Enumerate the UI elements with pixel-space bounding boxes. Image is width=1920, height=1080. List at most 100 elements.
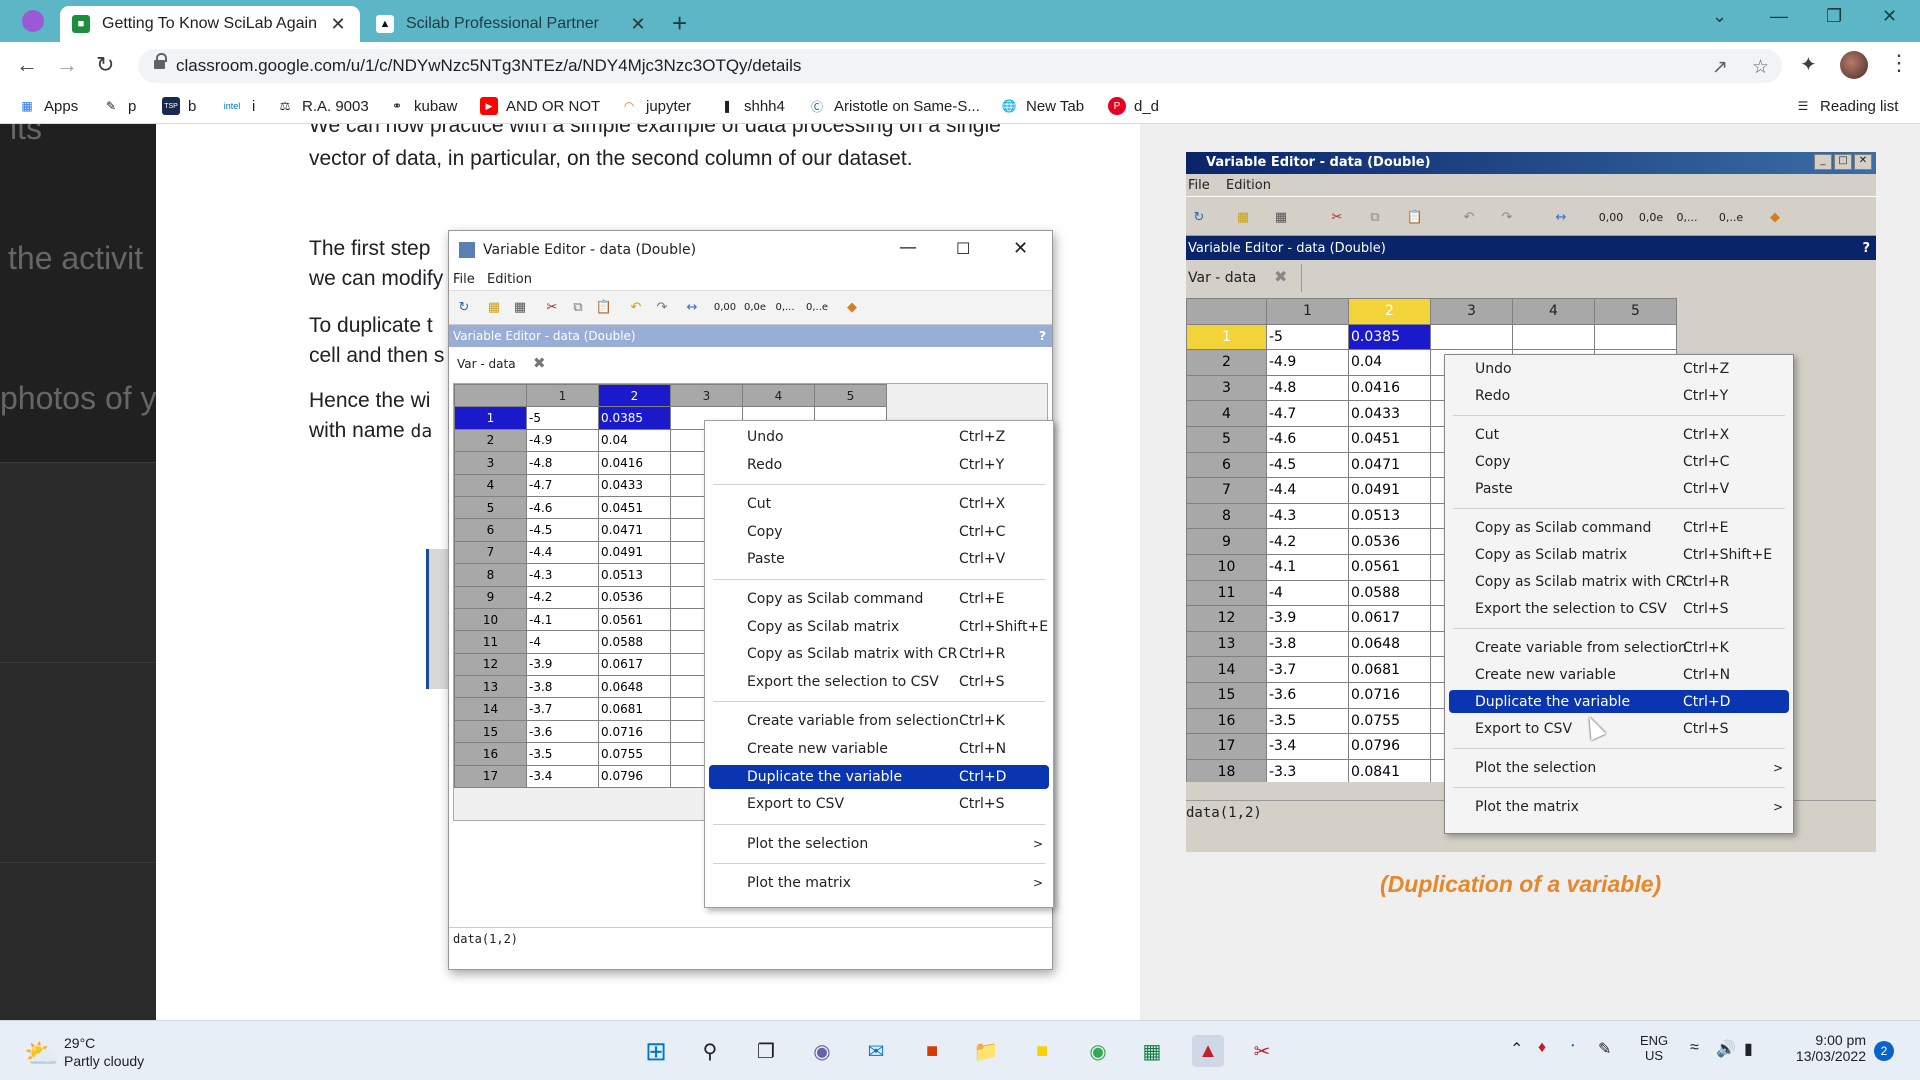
paste-icon[interactable]: 📋 xyxy=(593,296,615,318)
menu-item-plot-the-matrix[interactable]: Plot the matrix > xyxy=(1449,795,1789,818)
menu-item-copy[interactable]: Copy Ctrl+C xyxy=(1449,450,1789,473)
row-header[interactable]: 12 xyxy=(454,652,527,677)
redo-icon[interactable]: ↷ xyxy=(1496,206,1518,228)
grid-cell[interactable]: -3.7 xyxy=(1266,656,1349,683)
wifi-icon[interactable]: ≈ xyxy=(1690,1039,1699,1057)
grid-cell[interactable]: -4.7 xyxy=(526,473,599,497)
row-header[interactable]: 13 xyxy=(1186,630,1267,658)
format-exp[interactable]: 0,0e xyxy=(1636,206,1666,228)
paste-icon[interactable]: 📋 xyxy=(1404,206,1426,228)
menu-item-duplicate-the-variable[interactable]: Duplicate the variable Ctrl+D xyxy=(1449,690,1789,713)
column-header[interactable]: 5 xyxy=(814,384,887,408)
grid-cell[interactable]: -4 xyxy=(1266,579,1349,607)
grid-cell[interactable]: -4.6 xyxy=(526,495,599,520)
restore-icon[interactable]: ❐ xyxy=(1826,6,1842,27)
address-bar[interactable]: classroom.google.com/u/1/c/NDYwNzc5NTg3N… xyxy=(138,49,1782,83)
column-header[interactable]: 5 xyxy=(1594,298,1677,325)
grid-cell[interactable]: -3.7 xyxy=(526,697,599,721)
row-header[interactable]: 8 xyxy=(454,563,527,587)
messenger-icon[interactable] xyxy=(22,10,44,32)
menu-item-plot-the-selection[interactable]: Plot the selection > xyxy=(1449,756,1789,779)
help-icon[interactable]: ? xyxy=(1862,241,1870,256)
bookmark-and-or-not[interactable]: ▶ AND OR NOT xyxy=(480,97,600,115)
menu-kebab-icon[interactable]: ⋮ xyxy=(1888,50,1910,76)
row-header[interactable]: 16 xyxy=(454,742,527,766)
grid-cell[interactable]: -3.3 xyxy=(1266,758,1349,782)
grid-cell[interactable]: -4.9 xyxy=(526,428,599,453)
format-short[interactable]: 0,00 xyxy=(1596,206,1626,228)
menu-item-undo[interactable]: Undo Ctrl+Z xyxy=(709,425,1049,449)
menu-item-plot-the-matrix[interactable]: Plot the matrix > xyxy=(709,871,1049,895)
grid-cell[interactable]: 0.04 xyxy=(1348,349,1431,376)
menu-item-export-to-csv[interactable]: Export to CSV Ctrl+S xyxy=(709,792,1049,816)
row-header[interactable]: 6 xyxy=(454,518,527,542)
menu-item-create-variable-from-selection[interactable]: Create variable from selection Ctrl+K xyxy=(709,709,1049,733)
file-explorer-icon[interactable]: 📁 xyxy=(970,1035,1002,1067)
grid-cell[interactable]: 0.0561 xyxy=(598,607,671,632)
row-header[interactable]: 11 xyxy=(454,630,527,654)
close-icon[interactable]: ✕ xyxy=(1013,238,1028,259)
search-icon[interactable]: ⚲ xyxy=(694,1035,726,1067)
menu-item-paste[interactable]: Paste Ctrl+V xyxy=(1449,477,1789,500)
tab-search-icon[interactable]: ⌄ xyxy=(1712,6,1727,27)
grid-cell[interactable]: 0.0716 xyxy=(598,719,671,744)
row-header[interactable]: 3 xyxy=(454,451,527,475)
task-view-icon[interactable]: ❐ xyxy=(750,1035,782,1067)
row-header[interactable]: 11 xyxy=(1186,579,1267,607)
scilab-taskbar-icon[interactable]: ▲ xyxy=(1192,1035,1224,1067)
cut-icon[interactable]: ✂ xyxy=(1326,206,1348,228)
menu-item-create-new-variable[interactable]: Create new variable Ctrl+N xyxy=(1449,663,1789,686)
row-header[interactable]: 8 xyxy=(1186,502,1267,530)
new-tab-button[interactable]: + xyxy=(672,8,687,39)
grid-cell[interactable]: -4.6 xyxy=(1266,425,1349,453)
start-icon[interactable]: ⊞ xyxy=(640,1035,672,1067)
close-tab-icon[interactable]: ✖ xyxy=(1274,267,1287,286)
menu-item-paste[interactable]: Paste Ctrl+V xyxy=(709,547,1049,571)
bookmark-dd[interactable]: Pd_d xyxy=(1108,97,1159,115)
menu-item-copy[interactable]: Copy Ctrl+C xyxy=(709,520,1049,544)
grid-cell[interactable]: -4 xyxy=(526,630,599,654)
grid-cell[interactable]: 0.0433 xyxy=(598,473,671,497)
copy-icon[interactable]: ⧉ xyxy=(1364,206,1386,228)
grid-cell[interactable]: -4.8 xyxy=(526,451,599,475)
menu-edition[interactable]: Edition xyxy=(1226,178,1271,193)
grid-cell[interactable]: 0.0755 xyxy=(598,742,671,766)
tab-getting-to-know-scilab[interactable]: ■ Getting To Know SciLab Again ✕ xyxy=(60,6,360,42)
volume-icon[interactable]: 🔊 xyxy=(1716,1039,1736,1059)
menu-item-cut[interactable]: Cut Ctrl+X xyxy=(1449,423,1789,446)
grid-cell[interactable]: -4.2 xyxy=(526,585,599,609)
row-header[interactable]: 9 xyxy=(1186,528,1267,555)
menu-item-create-new-variable[interactable]: Create new variable Ctrl+N xyxy=(709,737,1049,761)
maximize-icon[interactable]: ☐ xyxy=(956,239,970,258)
grid-cell[interactable]: 0.0681 xyxy=(598,697,671,721)
grid-cell[interactable]: 0.0536 xyxy=(1348,528,1431,555)
bookmark-b[interactable]: TSP b xyxy=(162,97,196,115)
row-header[interactable]: 1 xyxy=(1186,323,1267,351)
grid-cell[interactable]: 0.0471 xyxy=(1348,451,1431,479)
row-header[interactable]: 15 xyxy=(1186,681,1267,709)
grid-cell[interactable]: -4.4 xyxy=(526,540,599,565)
close-tab-icon[interactable]: ✕ xyxy=(628,14,648,35)
row-header[interactable]: 5 xyxy=(1186,425,1267,453)
bookmark-shhh4[interactable]: ❚ shhh4 xyxy=(718,97,785,115)
bookmark-i[interactable]: intel i xyxy=(220,97,256,115)
grid-cell[interactable]: 0.0451 xyxy=(598,495,671,520)
bookmark-new-tab[interactable]: 🌐 New Tab xyxy=(1000,97,1085,115)
column-header[interactable]: 4 xyxy=(1512,298,1595,325)
grid-cell[interactable]: 0.0648 xyxy=(1348,630,1431,658)
row-header[interactable]: 1 xyxy=(454,406,527,430)
grid-cell[interactable] xyxy=(1430,323,1513,351)
column-header[interactable]: 4 xyxy=(742,384,815,408)
grid-cell[interactable]: 0.0416 xyxy=(1348,374,1431,402)
grid-cell[interactable]: -4.1 xyxy=(526,607,599,632)
grid-cell[interactable]: 0.0451 xyxy=(1348,425,1431,453)
menu-item-copy-as-scilab-matrix[interactable]: Copy as Scilab matrix Ctrl+Shift+E xyxy=(1449,543,1789,566)
grid-cell[interactable]: 0.0513 xyxy=(598,563,671,587)
mail-icon[interactable]: ✉ xyxy=(860,1035,892,1067)
menu-item-duplicate-the-variable[interactable]: Duplicate the variable Ctrl+D xyxy=(709,764,1049,789)
grid-cell[interactable]: 0.0796 xyxy=(1348,733,1431,760)
redo-icon[interactable]: ↷ xyxy=(651,296,673,318)
menu-edition[interactable]: Edition xyxy=(487,272,532,287)
row-header[interactable]: 14 xyxy=(1186,656,1267,683)
grid-cell[interactable]: 0.0588 xyxy=(1348,579,1431,607)
